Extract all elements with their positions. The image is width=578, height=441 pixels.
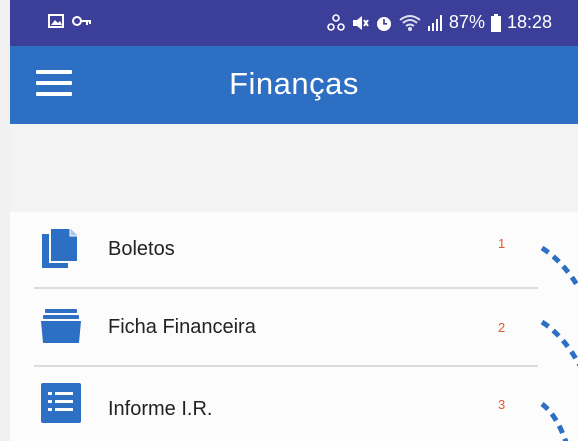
list-item-informe-ir[interactable]: Informe I.R. 3 <box>10 367 578 441</box>
battery-percent: 87% <box>448 12 485 32</box>
list-item-label: Boletos <box>108 238 175 260</box>
phone-screen: 87% 18:28 Finanças Boletos 1 Ficha Finan… <box>10 0 578 441</box>
status-bar: 87% 18:28 <box>10 0 578 46</box>
key-icon <box>72 16 91 26</box>
list-item-ficha-financeira[interactable]: Ficha Financeira 2 <box>10 289 578 365</box>
document-icon <box>42 227 79 268</box>
app-bar: Finanças <box>10 46 578 124</box>
callout-line <box>540 402 569 441</box>
folder-icon <box>41 309 81 343</box>
status-left-icons <box>48 14 92 28</box>
battery-icon <box>490 13 501 32</box>
callout-line <box>540 319 578 366</box>
list-item-boletos[interactable]: Boletos 1 <box>10 212 578 288</box>
image-icon <box>48 14 64 28</box>
status-time: 18:28 <box>506 12 552 32</box>
spacer <box>10 124 578 212</box>
page-title: Finanças <box>229 66 359 101</box>
mute-icon <box>352 15 369 30</box>
alarm-icon <box>376 16 391 31</box>
callout-line <box>540 245 578 290</box>
signal-icon <box>427 14 442 31</box>
list-item-label: Informe I.R. <box>108 398 213 420</box>
wifi-icon <box>399 14 421 31</box>
status-right-icons: 87% 18:28 <box>327 12 552 33</box>
list-item-number: 3 <box>498 397 506 412</box>
list-icon <box>41 383 81 423</box>
list-item-label: Ficha Financeira <box>108 316 256 338</box>
network-icon <box>327 13 345 31</box>
menu-list: Boletos 1 Ficha Financeira 2 Informe I.R… <box>10 212 578 441</box>
list-item-number: 1 <box>498 236 506 251</box>
list-item-number: 2 <box>498 320 506 335</box>
